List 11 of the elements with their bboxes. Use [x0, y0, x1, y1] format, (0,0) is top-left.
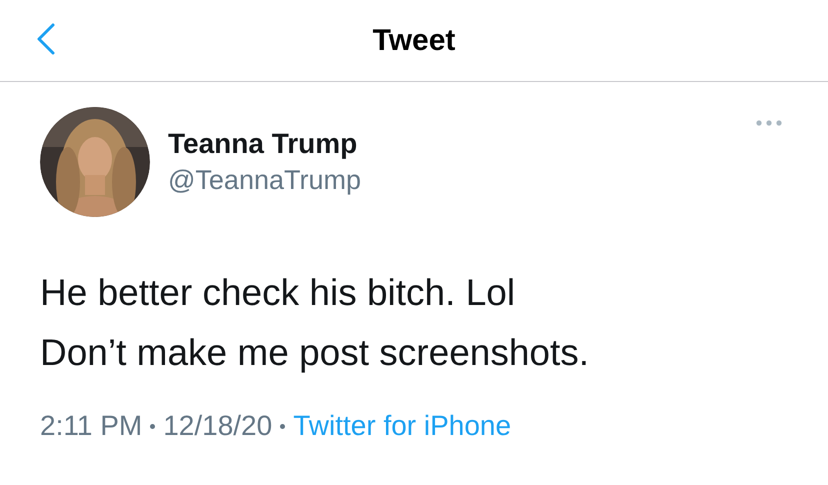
tweet-date: 12/18/20 [163, 409, 272, 443]
author-handle: @TeannaTrump [168, 164, 361, 197]
separator-icon [150, 424, 156, 428]
tweet-time: 2:11 PM [40, 409, 142, 443]
more-icon[interactable] [754, 118, 784, 128]
source-link[interactable]: Twitter for iPhone [293, 405, 512, 447]
separator-icon [280, 424, 286, 428]
page-title: Tweet [372, 23, 456, 59]
tweet-text: He better check his bitch. Lol [40, 271, 516, 315]
author-name: Teanna Trump [168, 127, 358, 161]
tweet-text: Don’t make me post screenshots. [40, 331, 590, 375]
